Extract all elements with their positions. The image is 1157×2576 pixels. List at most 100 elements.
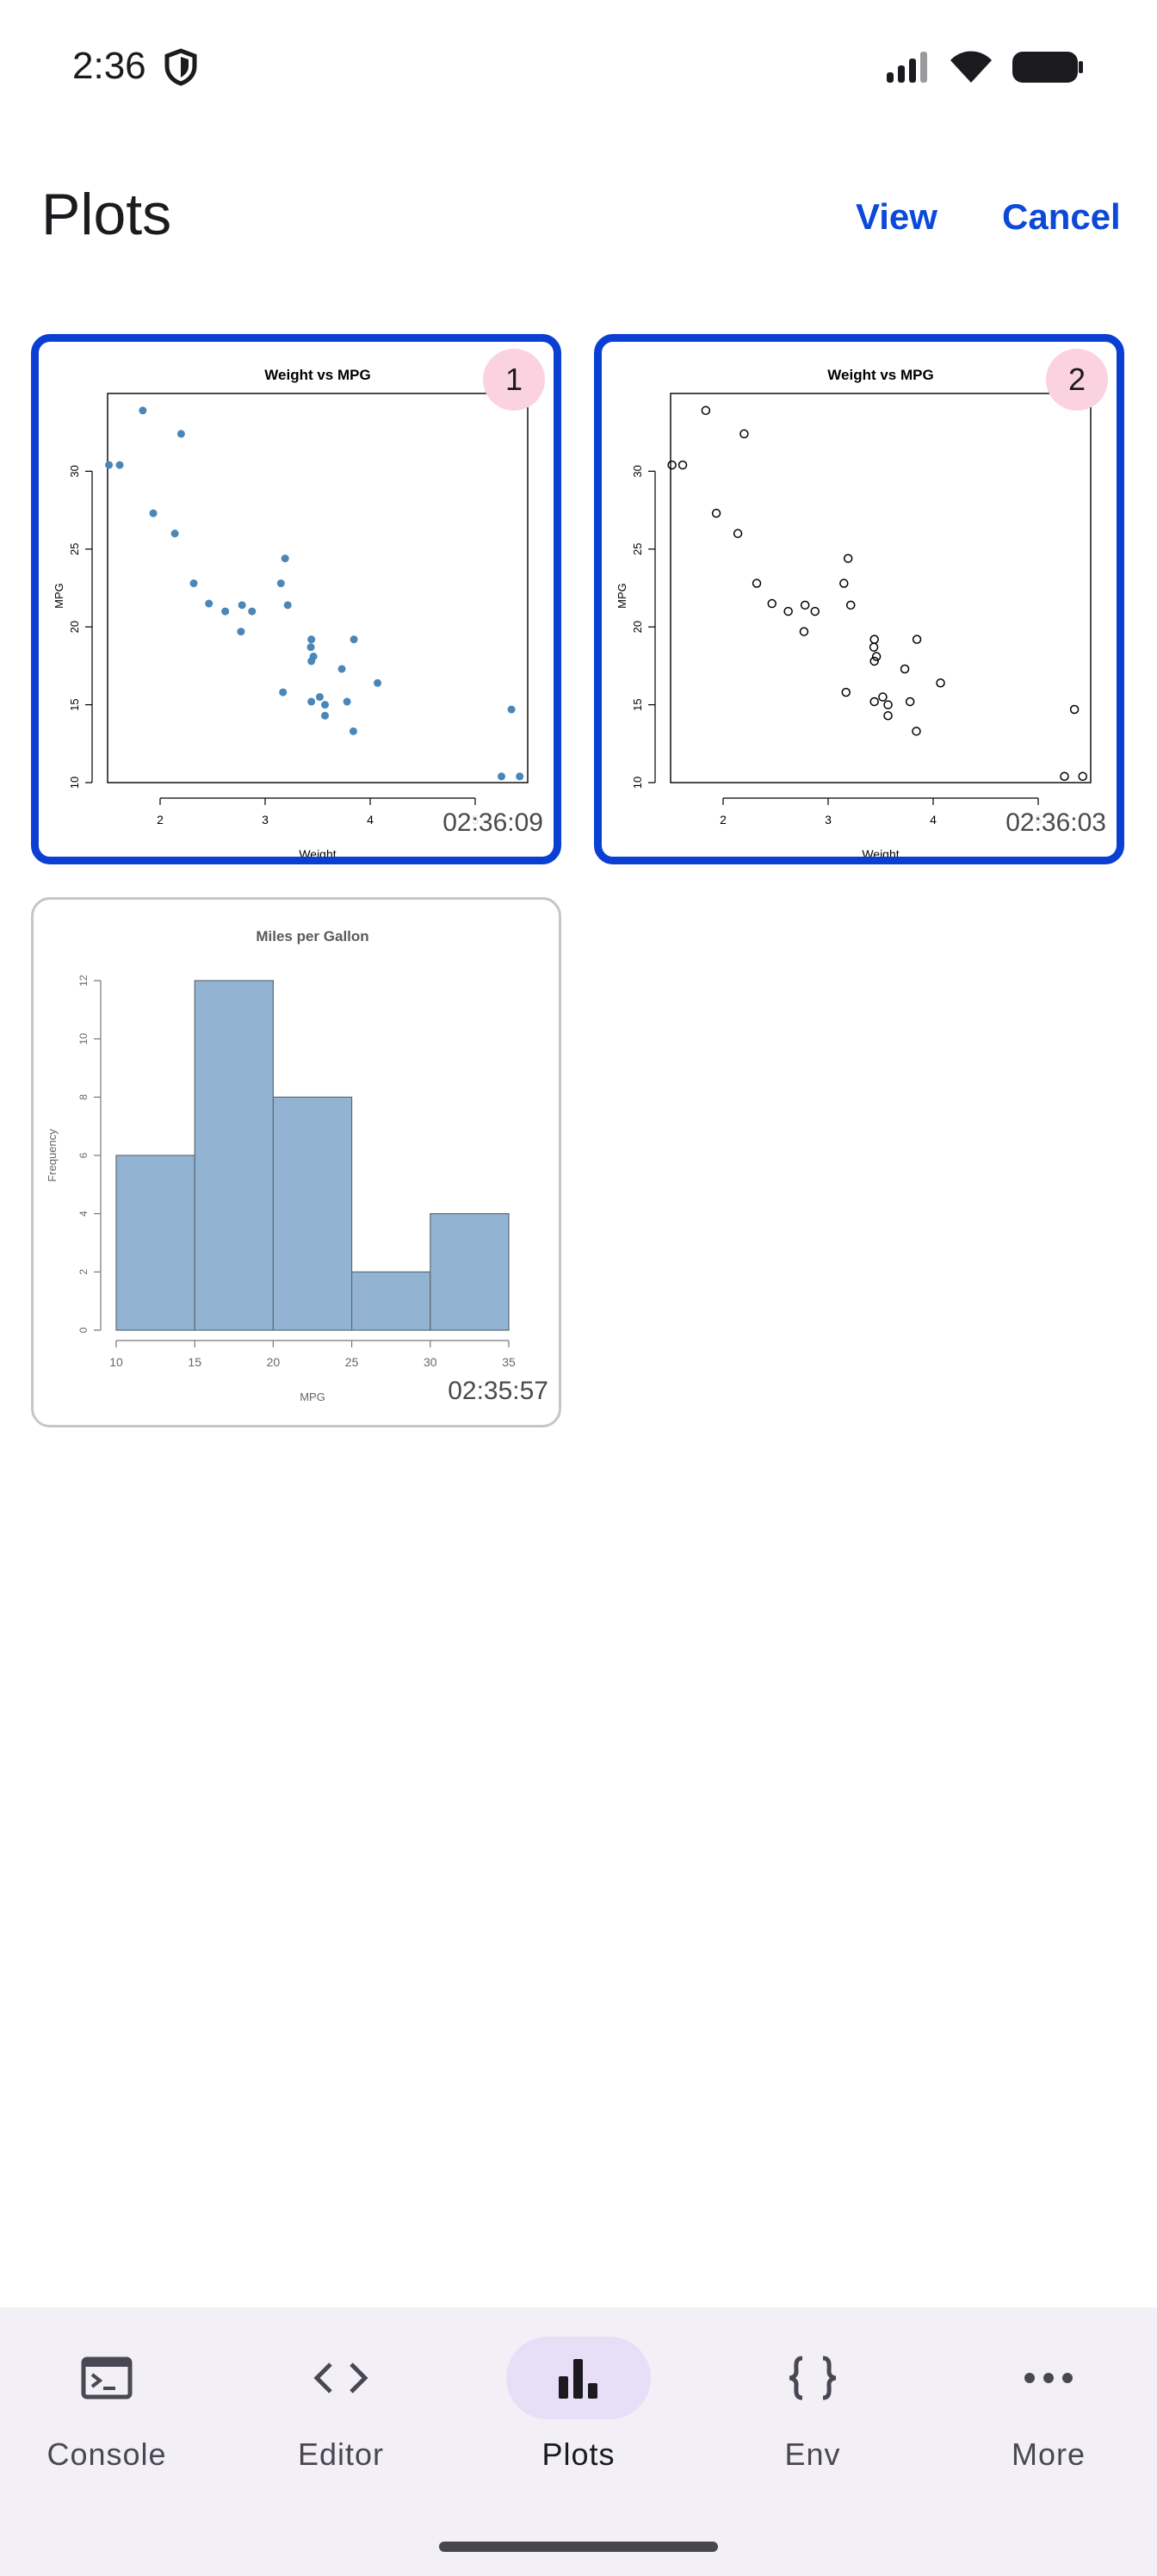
plot-timestamp: 02:35:57	[444, 1377, 552, 1406]
y-tick-label: 10	[631, 777, 644, 789]
data-point	[309, 653, 318, 661]
x-tick-label: 3	[825, 813, 832, 827]
data-point	[869, 635, 879, 644]
wifi-icon	[950, 51, 992, 83]
data-point	[238, 601, 246, 610]
shield-icon	[164, 48, 197, 86]
y-tick-label: 25	[631, 543, 644, 555]
bar-chart-icon	[559, 2359, 597, 2399]
data-point	[321, 701, 330, 709]
x-tick-label: 4	[930, 813, 937, 827]
data-point	[912, 727, 921, 736]
data-point	[905, 697, 915, 707]
data-point	[1069, 704, 1080, 715]
x-axis-label: MPG	[300, 1390, 325, 1403]
data-point	[498, 772, 505, 781]
data-point	[677, 460, 688, 470]
plot-frame	[107, 393, 529, 783]
histogram-bar	[430, 1213, 510, 1331]
data-point	[883, 700, 893, 709]
braces-icon	[789, 2356, 837, 2400]
data-point	[343, 697, 351, 706]
more-icon	[1024, 2373, 1073, 2383]
data-point	[176, 430, 185, 438]
data-point	[799, 627, 809, 636]
nav-item-editor[interactable]: Editor	[238, 2337, 444, 2509]
data-point	[783, 606, 793, 616]
nav-label: Console	[46, 2437, 167, 2472]
y-tick-label: 0	[77, 1327, 90, 1333]
view-button[interactable]: View	[856, 196, 937, 238]
y-tick-label: 4	[77, 1211, 90, 1217]
x-axis-label: Weight	[862, 847, 899, 858]
nav-item-console[interactable]: Console	[3, 2337, 210, 2509]
data-point	[516, 772, 524, 781]
histogram-bar	[351, 1271, 431, 1331]
chart-title: Weight vs MPG	[264, 367, 370, 383]
data-point	[701, 406, 711, 416]
data-point	[149, 509, 158, 517]
data-point	[733, 529, 743, 538]
y-tick-label: 30	[68, 465, 81, 477]
x-tick-label: 10	[109, 1355, 123, 1369]
bottom-navigation: Console Editor Plots Env More	[0, 2307, 1157, 2576]
x-tick-label: 4	[367, 813, 374, 827]
signal-icon	[887, 52, 927, 83]
nav-item-env[interactable]: Env	[709, 2337, 916, 2509]
chart-title: Weight vs MPG	[827, 367, 933, 383]
x-tick-label: 15	[188, 1355, 201, 1369]
data-point	[900, 664, 910, 674]
histogram-bar	[115, 1155, 195, 1331]
plot-frame	[670, 393, 1092, 783]
y-tick-label: 12	[77, 975, 90, 987]
plot-thumbnail: Weight vs MPG23451015202530WeightMPG	[53, 367, 529, 857]
data-point	[869, 642, 879, 652]
status-bar: 2:36	[0, 0, 1157, 129]
data-point	[307, 697, 316, 706]
y-tick-label: 15	[631, 698, 644, 710]
data-point	[767, 598, 776, 609]
histogram-bar	[272, 1096, 353, 1331]
data-point	[248, 607, 257, 616]
data-point	[869, 656, 879, 666]
data-point	[281, 554, 289, 563]
plot-card-3[interactable]: Miles per Gallon 10 15 20 25 30 35 0 2 4 6 8 10 12 MPG…	[31, 897, 561, 1427]
data-point	[507, 705, 516, 714]
data-point	[739, 429, 749, 439]
histogram-bar	[194, 980, 274, 1331]
plot-card-1[interactable]: Weight vs MPG23451015202530WeightMPG 1 0…	[31, 334, 561, 864]
plot-card-2[interactable]: Weight vs MPG23451015202530WeightMPG 2 0…	[594, 334, 1124, 864]
battery-icon	[1012, 52, 1083, 83]
data-point	[279, 688, 288, 697]
y-axis-label: MPG	[53, 583, 65, 609]
home-indicator	[439, 2542, 718, 2552]
y-tick-label: 25	[68, 543, 81, 555]
data-point	[667, 460, 677, 470]
data-point	[349, 727, 357, 735]
selection-badge: 1	[483, 349, 545, 411]
data-point	[871, 652, 882, 661]
nav-item-plots[interactable]: Plots	[475, 2337, 682, 2509]
data-point	[321, 711, 330, 720]
data-point	[912, 635, 922, 644]
y-tick-label: 30	[631, 465, 644, 477]
nav-item-more[interactable]: More	[945, 2337, 1152, 2509]
data-point	[306, 643, 315, 652]
plot-thumbnail: Weight vs MPG23451015202530WeightMPG	[616, 367, 1092, 858]
data-point	[869, 697, 879, 707]
data-point	[205, 599, 213, 608]
console-icon	[81, 2356, 133, 2400]
data-point	[1078, 771, 1087, 782]
data-point	[374, 678, 382, 687]
data-point	[1060, 771, 1069, 782]
plot-timestamp: 02:36:03	[1002, 808, 1110, 838]
cancel-button[interactable]: Cancel	[1002, 196, 1121, 238]
chart-title: Miles per Gallon	[256, 928, 368, 944]
data-point	[105, 461, 114, 469]
data-point	[139, 406, 147, 415]
y-tick-label: 20	[631, 621, 644, 633]
nav-label: Env	[784, 2437, 841, 2472]
y-axis-label: MPG	[616, 583, 628, 609]
x-tick-label: 25	[345, 1355, 359, 1369]
x-tick-label: 3	[262, 813, 269, 827]
